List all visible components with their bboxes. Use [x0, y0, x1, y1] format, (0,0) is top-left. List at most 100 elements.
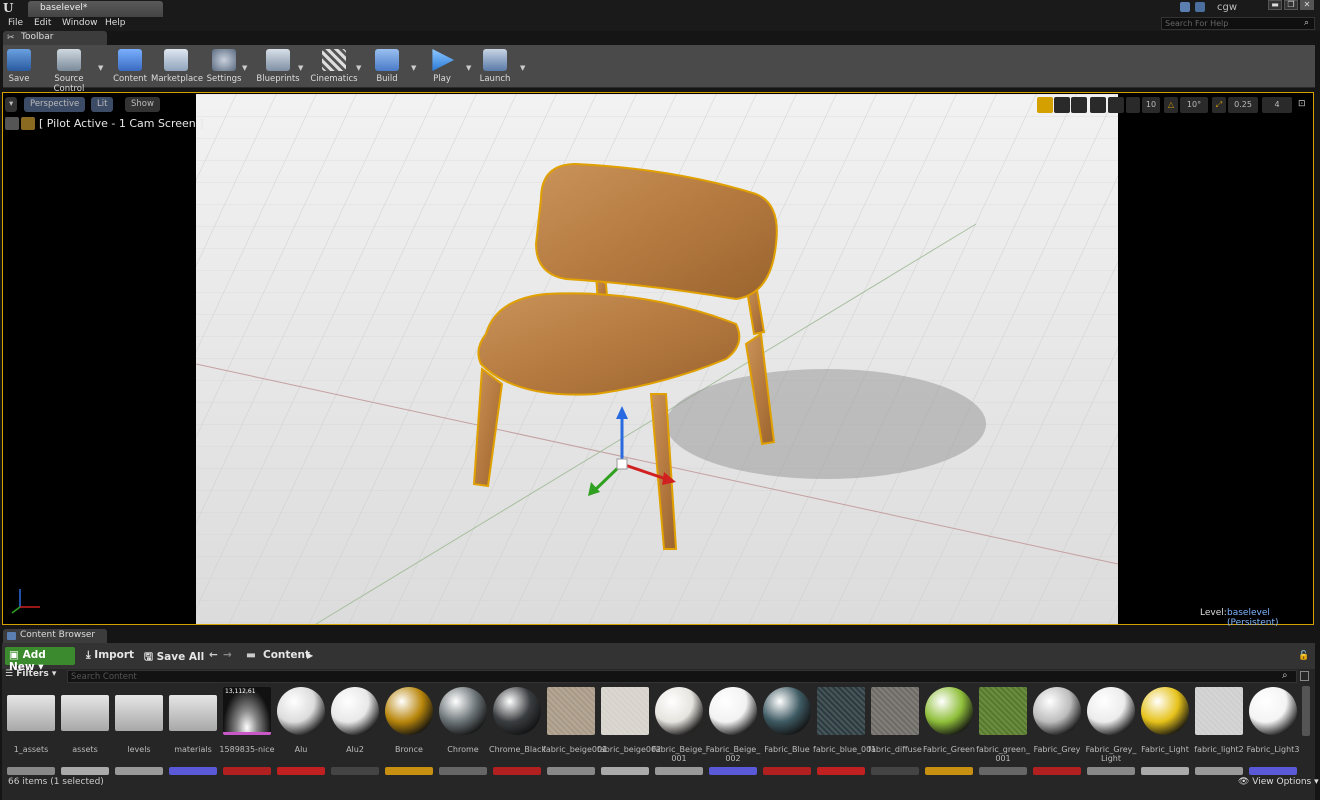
- asset-tile-partial[interactable]: [979, 767, 1027, 775]
- path-chevron-icon[interactable]: ▶: [307, 651, 313, 660]
- scene-render[interactable]: [195, 94, 1119, 625]
- scale-snap-value[interactable]: 0.25: [1228, 97, 1258, 113]
- asset-tile[interactable]: [1249, 687, 1297, 735]
- source-control-button[interactable]: Source Control: [38, 47, 100, 94]
- forward-arrow-icon[interactable]: →: [223, 649, 232, 661]
- perspective-button[interactable]: Perspective: [24, 97, 86, 112]
- blueprints-dropdown-icon[interactable]: ▼: [298, 64, 303, 72]
- asset-tile-partial[interactable]: [331, 767, 379, 775]
- asset-tile[interactable]: [439, 687, 487, 735]
- asset-tile-partial[interactable]: [817, 767, 865, 775]
- cinematics-dropdown-icon[interactable]: ▼: [356, 64, 361, 72]
- source-control-dropdown-icon[interactable]: ▼: [98, 64, 103, 72]
- settings-button[interactable]: Settings: [206, 47, 242, 87]
- blueprints-button[interactable]: Blueprints: [256, 47, 300, 87]
- translate-tool-icon[interactable]: [1037, 97, 1053, 113]
- filters-button[interactable]: ☰ Filters ▾: [5, 669, 65, 683]
- rotation-snap-value[interactable]: 10°: [1180, 97, 1208, 113]
- close-button[interactable]: ✕: [1300, 0, 1314, 10]
- menu-help[interactable]: Help: [105, 18, 126, 28]
- marketplace-button[interactable]: Marketplace: [151, 47, 203, 87]
- cinematics-button[interactable]: Cinematics: [310, 47, 358, 87]
- help-search-input[interactable]: Search For Help: [1161, 17, 1315, 30]
- pilot-icon[interactable]: [21, 117, 35, 130]
- lit-button[interactable]: Lit: [91, 97, 114, 112]
- content-button[interactable]: Content: [112, 47, 148, 87]
- maximize-viewport-icon[interactable]: ⊡: [1298, 99, 1306, 109]
- menu-file[interactable]: File: [8, 18, 23, 28]
- show-button[interactable]: Show: [125, 97, 160, 112]
- back-arrow-icon[interactable]: ←: [209, 649, 218, 661]
- chat-icon[interactable]: [1180, 2, 1190, 12]
- search-content-input[interactable]: Search Content: [67, 670, 1297, 683]
- rotation-snap-icon[interactable]: △: [1164, 97, 1178, 113]
- path-content-button[interactable]: Content: [263, 649, 310, 661]
- asset-tile[interactable]: 13,112,61: [223, 687, 271, 735]
- asset-tile-partial[interactable]: [439, 767, 487, 775]
- scrollbar[interactable]: [1302, 686, 1310, 736]
- asset-tile[interactable]: [979, 687, 1027, 735]
- view-options-button[interactable]: 👁 View Options ▾: [1238, 777, 1319, 787]
- asset-tile-partial[interactable]: [1141, 767, 1189, 775]
- scale-snap-icon[interactable]: ⤢: [1212, 97, 1226, 113]
- asset-tile[interactable]: [169, 695, 217, 731]
- eject-icon[interactable]: [5, 117, 19, 130]
- settings-dropdown-icon[interactable]: ▼: [242, 64, 247, 72]
- scale-tool-icon[interactable]: [1071, 97, 1087, 113]
- menu-edit[interactable]: Edit: [34, 18, 51, 28]
- restore-button[interactable]: ❐: [1284, 0, 1298, 10]
- viewport-options-button[interactable]: ▾: [5, 97, 18, 112]
- asset-tile[interactable]: [1195, 687, 1243, 735]
- asset-tile[interactable]: [925, 687, 973, 735]
- sources-panel-icon[interactable]: [1300, 671, 1309, 681]
- world-space-icon[interactable]: [1090, 97, 1106, 113]
- asset-tile[interactable]: [1033, 687, 1081, 735]
- menu-window[interactable]: Window: [62, 18, 98, 28]
- asset-tile-partial[interactable]: [1087, 767, 1135, 775]
- search-icon[interactable]: ⌕: [1304, 18, 1309, 28]
- asset-tile-partial[interactable]: [871, 767, 919, 775]
- asset-tile[interactable]: [493, 687, 541, 735]
- asset-tile-partial[interactable]: [1195, 767, 1243, 775]
- asset-tile[interactable]: [709, 687, 757, 735]
- asset-tile[interactable]: [817, 687, 865, 735]
- asset-tile-partial[interactable]: [223, 767, 271, 775]
- asset-tile[interactable]: [61, 695, 109, 731]
- asset-tile-partial[interactable]: [763, 767, 811, 775]
- asset-tile-partial[interactable]: [601, 767, 649, 775]
- asset-tile[interactable]: [871, 687, 919, 735]
- save-all-button[interactable]: 🖫 Save All: [144, 649, 204, 667]
- asset-tile[interactable]: [115, 695, 163, 731]
- asset-tile-partial[interactable]: [547, 767, 595, 775]
- asset-tile[interactable]: [7, 695, 55, 731]
- asset-tile-partial[interactable]: [655, 767, 703, 775]
- asset-tile[interactable]: [331, 687, 379, 735]
- camera-speed-value[interactable]: 4: [1262, 97, 1292, 113]
- asset-tile[interactable]: [277, 687, 325, 735]
- toolbar-tab[interactable]: Toolbar: [3, 31, 107, 45]
- build-dropdown-icon[interactable]: ▼: [411, 64, 416, 72]
- build-button[interactable]: Build: [372, 47, 402, 87]
- asset-tile[interactable]: [547, 687, 595, 735]
- grid-snap-icon[interactable]: [1126, 97, 1140, 113]
- asset-tile-partial[interactable]: [61, 767, 109, 775]
- notification-icon[interactable]: [1195, 2, 1205, 12]
- asset-tile[interactable]: [385, 687, 433, 735]
- asset-tile-partial[interactable]: [925, 767, 973, 775]
- asset-tile-partial[interactable]: [115, 767, 163, 775]
- import-button[interactable]: ⤓ Import: [86, 649, 134, 662]
- asset-tile[interactable]: [1087, 687, 1135, 735]
- asset-tile[interactable]: [655, 687, 703, 735]
- rotate-tool-icon[interactable]: [1054, 97, 1070, 113]
- asset-tile-partial[interactable]: [493, 767, 541, 775]
- asset-tile-partial[interactable]: [709, 767, 757, 775]
- save-button[interactable]: Save: [4, 47, 34, 87]
- asset-tile[interactable]: [601, 687, 649, 735]
- asset-tile[interactable]: [763, 687, 811, 735]
- launch-button[interactable]: Launch: [478, 47, 512, 87]
- play-dropdown-icon[interactable]: ▼: [466, 64, 471, 72]
- asset-tile-partial[interactable]: [385, 767, 433, 775]
- level-document-tab[interactable]: baselevel*: [28, 1, 163, 17]
- asset-tile-partial[interactable]: [277, 767, 325, 775]
- asset-tile-partial[interactable]: [7, 767, 55, 775]
